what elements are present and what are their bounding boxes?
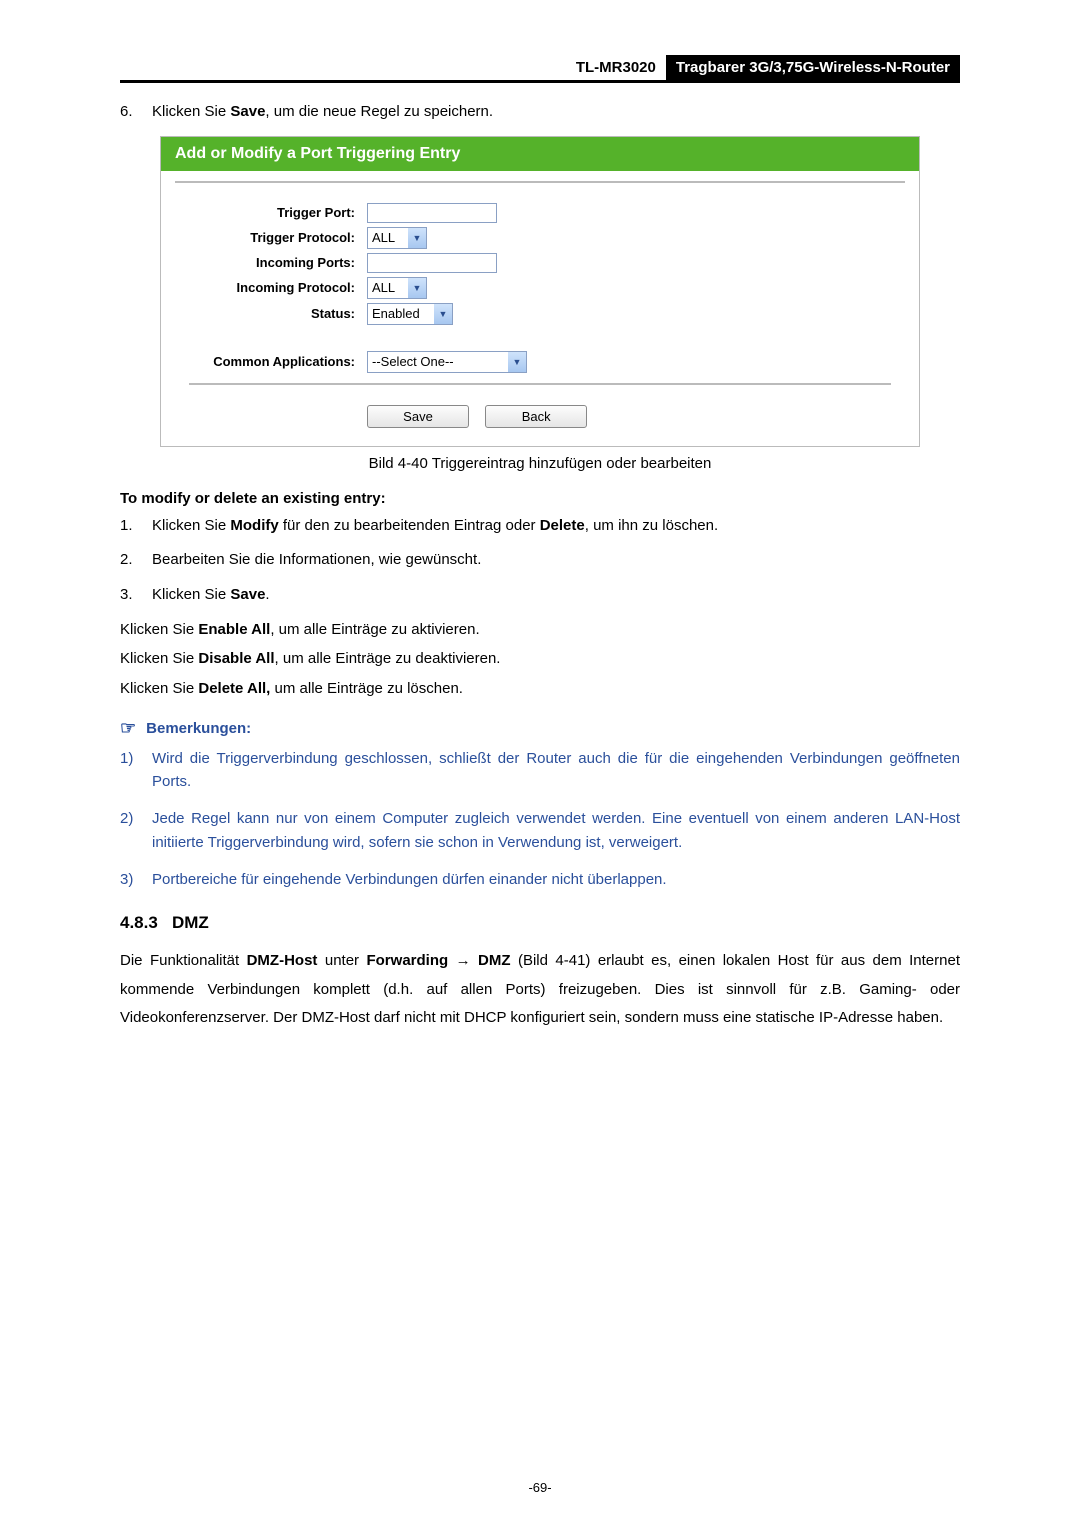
bulk-delete-all: Klicken Sie Delete All, um alle Einträge… xyxy=(120,677,960,700)
section-heading: 4.8.3 DMZ xyxy=(120,913,960,933)
hand-icon: ☞ xyxy=(120,718,136,739)
chevron-down-icon: ▼ xyxy=(408,278,426,298)
figure-caption: Bild 4-40 Triggereintrag hinzufügen oder… xyxy=(120,455,960,472)
row-incoming-protocol: Incoming Protocol: ALL ▼ xyxy=(175,277,905,299)
modify-step-3: 3. Klicken Sie Save. xyxy=(120,584,960,607)
incoming-protocol-value: ALL xyxy=(368,280,408,295)
step-6: 6. Klicken Sie Save, um die neue Regel z… xyxy=(120,101,960,124)
figure-separator xyxy=(189,383,891,385)
bulk-disable-all: Klicken Sie Disable All, um alle Einträg… xyxy=(120,647,960,670)
incoming-ports-input[interactable] xyxy=(367,253,497,273)
status-select[interactable]: Enabled ▼ xyxy=(367,303,453,325)
page-header: TL-MR3020 Tragbarer 3G/3,75G-Wireless-N-… xyxy=(120,55,960,83)
label-status: Status: xyxy=(175,306,367,321)
row-trigger-port: Trigger Port: xyxy=(175,203,905,223)
step-number: 6. xyxy=(120,101,152,124)
incoming-protocol-select[interactable]: ALL ▼ xyxy=(367,277,427,299)
back-button[interactable]: Back xyxy=(485,405,587,428)
step-text: Klicken Sie Save, um die neue Regel zu s… xyxy=(152,101,960,124)
bulk-enable-all: Klicken Sie Enable All, um alle Einträge… xyxy=(120,618,960,641)
tagline-label: Tragbarer 3G/3,75G-Wireless-N-Router xyxy=(666,55,960,80)
save-button[interactable]: Save xyxy=(367,405,469,428)
row-status: Status: Enabled ▼ xyxy=(175,303,905,325)
figure-body: Trigger Port: Trigger Protocol: ALL ▼ In… xyxy=(161,193,919,446)
page-number: -69- xyxy=(0,1480,1080,1495)
note-item: 2) Jede Regel kann nur von einem Compute… xyxy=(120,807,960,854)
row-trigger-protocol: Trigger Protocol: ALL ▼ xyxy=(175,227,905,249)
trigger-protocol-select[interactable]: ALL ▼ xyxy=(367,227,427,249)
trigger-protocol-value: ALL xyxy=(368,230,408,245)
common-apps-select[interactable]: --Select One-- ▼ xyxy=(367,351,527,373)
label-trigger-protocol: Trigger Protocol: xyxy=(175,230,367,245)
status-value: Enabled xyxy=(368,306,434,321)
note-item: 3) Portbereiche für eingehende Verbindun… xyxy=(120,868,960,891)
notes-heading-text: Bemerkungen: xyxy=(146,720,251,737)
figure-title: Add or Modify a Port Triggering Entry xyxy=(161,137,919,171)
notes-list: 1) Wird die Triggerverbindung geschlosse… xyxy=(120,747,960,891)
chevron-down-icon: ▼ xyxy=(408,228,426,248)
common-apps-value: --Select One-- xyxy=(368,354,508,369)
figure-port-triggering: Add or Modify a Port Triggering Entry Tr… xyxy=(160,136,920,447)
label-trigger-port: Trigger Port: xyxy=(175,205,367,220)
dmz-paragraph: Die Funktionalität DMZ-Host unter Forwar… xyxy=(120,947,960,1033)
figure-separator xyxy=(175,181,905,183)
model-label: TL-MR3020 xyxy=(576,55,666,80)
modify-heading: To modify or delete an existing entry: xyxy=(120,490,960,507)
figure-button-row: Save Back xyxy=(175,395,905,434)
label-incoming-protocol: Incoming Protocol: xyxy=(175,280,367,295)
label-common-apps: Common Applications: xyxy=(175,354,367,369)
modify-step-1: 1. Klicken Sie Modify für den zu bearbei… xyxy=(120,515,960,538)
modify-step-2: 2. Bearbeiten Sie die Informationen, wie… xyxy=(120,549,960,572)
chevron-down-icon: ▼ xyxy=(434,304,452,324)
row-common-apps: Common Applications: --Select One-- ▼ xyxy=(175,351,905,373)
trigger-port-input[interactable] xyxy=(367,203,497,223)
label-incoming-ports: Incoming Ports: xyxy=(175,255,367,270)
note-item: 1) Wird die Triggerverbindung geschlosse… xyxy=(120,747,960,794)
notes-heading: ☞ Bemerkungen: xyxy=(120,718,960,739)
chevron-down-icon: ▼ xyxy=(508,352,526,372)
row-incoming-ports: Incoming Ports: xyxy=(175,253,905,273)
